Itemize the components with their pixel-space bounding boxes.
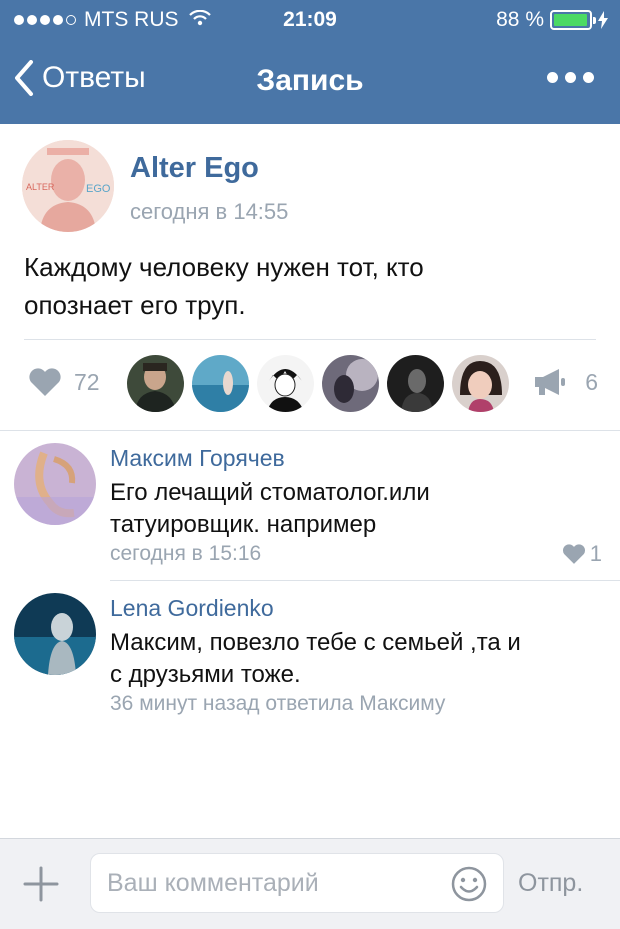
status-bar: MTS RUS 21:09 88 % (0, 0, 620, 42)
plus-icon (23, 866, 59, 902)
heart-icon (562, 544, 585, 564)
share-count: 6 (585, 368, 598, 395)
smile-icon (451, 866, 487, 902)
liker-avatar[interactable] (192, 355, 249, 412)
share-button[interactable]: 6 (533, 367, 598, 397)
comment-text-line: Максим, повезло тебе с семьей ,та и (110, 629, 521, 656)
like-count: 72 (74, 368, 100, 395)
section-divider (0, 430, 620, 431)
header: MTS RUS 21:09 88 % Ответы Запись (0, 0, 620, 124)
comment-author-name[interactable]: Максим Горячев (110, 445, 285, 472)
comment-text-line: с друзьями тоже. (110, 661, 301, 688)
post-text-line: опознает его труп. (24, 290, 246, 320)
comment-like-button[interactable]: 1 (562, 541, 602, 567)
comment-text: Его лечащий стоматолог.или татуировщик. … (110, 477, 610, 541)
post-timestamp: сегодня в 14:55 (130, 199, 289, 224)
status-right: 88 % (496, 8, 608, 32)
comment-input[interactable] (90, 853, 504, 913)
send-button[interactable]: Отпр. (518, 869, 583, 898)
attach-button[interactable] (22, 865, 60, 908)
avatar-text-alter: ALTER (26, 182, 55, 192)
charging-icon (598, 11, 608, 29)
likers-list (127, 355, 509, 412)
post-text-line: Каждому человеку нужен тот, кто (24, 252, 424, 282)
comment-like-count: 1 (589, 541, 602, 566)
comment-timestamp: сегодня в 15:16 (110, 542, 262, 565)
liker-avatar[interactable] (257, 355, 314, 412)
liker-avatar[interactable] (322, 355, 379, 412)
comment-divider (110, 580, 620, 581)
post-author-name[interactable]: Alter Ego (130, 152, 259, 185)
comment-author-avatar[interactable] (14, 443, 96, 525)
post-author-avatar[interactable]: ALTER EGO (22, 140, 114, 232)
post-divider (24, 339, 596, 340)
post-actions: 72 6 (0, 349, 620, 421)
liker-avatar[interactable] (127, 355, 184, 412)
comment-composer: Отпр. (0, 838, 620, 929)
like-button[interactable]: 72 (28, 367, 100, 397)
heart-icon (29, 368, 61, 396)
post-text: Каждому человеку нужен тот, кто опознает… (24, 248, 604, 324)
page-title: Запись (256, 64, 364, 97)
liker-avatar[interactable] (452, 355, 509, 412)
comment-author-avatar[interactable] (14, 593, 96, 675)
comment-meta[interactable]: 36 минут назад ответила Максиму (110, 692, 445, 716)
megaphone-icon (535, 369, 566, 395)
emoji-button[interactable] (450, 865, 488, 908)
comment-author-name[interactable]: Lena Gordienko (110, 595, 274, 622)
more-options-icon[interactable] (547, 72, 594, 83)
battery-percent: 88 % (496, 8, 544, 31)
battery-icon (550, 10, 596, 30)
comment-text-line: Его лечащий стоматолог.или (110, 479, 430, 506)
comment-text-line: татуировщик. например (110, 511, 377, 538)
liker-avatar[interactable] (387, 355, 444, 412)
avatar-text-ego: EGO (86, 183, 111, 195)
comment-text: Максим, повезло тебе с семьей ,та и с др… (110, 627, 610, 691)
nav-bar: Ответы Запись (0, 42, 620, 124)
